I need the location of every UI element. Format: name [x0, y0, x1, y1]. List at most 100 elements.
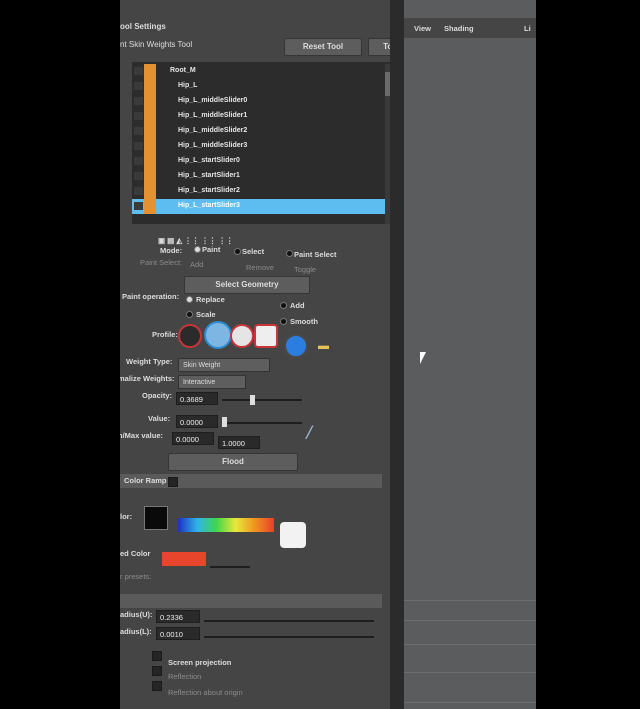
flood-button[interactable]: Flood — [168, 453, 298, 471]
joint-label: Hip_L_middleSlider0 — [178, 97, 248, 104]
value-field[interactable]: 0.0000 — [176, 415, 218, 428]
screen-projection-checkbox[interactable] — [152, 651, 162, 661]
ramp-end-swatch[interactable] — [280, 522, 306, 548]
list-item[interactable]: Hip_L_middleSlider0 — [132, 94, 394, 109]
opacity-field[interactable]: 0.3689 — [176, 392, 218, 405]
mode-select-label: Select — [242, 247, 265, 256]
joint-label: Hip_L — [178, 82, 198, 89]
replace-radio[interactable] — [186, 296, 193, 303]
grid-line — [404, 702, 536, 703]
panel-divider[interactable] — [390, 0, 404, 709]
normalize-dropdown[interactable]: Interactive — [178, 375, 246, 389]
reset-tool-button[interactable]: Reset Tool — [284, 38, 362, 56]
joint-label: Hip_L_startSlider3 — [178, 202, 240, 209]
joint-label: Hip_L_middleSlider2 — [178, 127, 248, 134]
min-value-field[interactable]: 0.0000 — [172, 432, 214, 445]
ramp-color-swatch[interactable] — [144, 506, 168, 530]
ed-color-slider[interactable] — [210, 566, 250, 568]
reflection-origin-label: Reflection about origin — [168, 688, 243, 697]
radius-l-label: adius(L): — [120, 627, 152, 636]
joint-label: Hip_L_middleSlider3 — [178, 142, 248, 149]
list-item[interactable]: Hip_L_middleSlider1 — [132, 109, 394, 124]
influence-list[interactable]: Root_M Hip_L Hip_L_middleSlider0 Hip_L_m… — [132, 62, 394, 224]
solid-brush-icon[interactable] — [230, 324, 254, 348]
paint-select-remove[interactable]: Remove — [246, 263, 274, 272]
list-item-selected[interactable]: Hip_L_startSlider3 — [132, 199, 394, 214]
mode-paint-radio[interactable] — [194, 246, 201, 253]
paint-select-toggle[interactable]: Toggle — [294, 265, 316, 274]
radius-u-label: adius(U): — [120, 610, 153, 619]
image-brush-icon[interactable] — [284, 334, 308, 358]
gaussian-brush-icon[interactable] — [178, 324, 202, 348]
mode-select-radio[interactable] — [234, 248, 241, 255]
select-geometry-button[interactable]: Select Geometry — [184, 276, 310, 294]
max-value-field[interactable]: 1.0000 — [218, 436, 260, 449]
list-tools-icons[interactable]: ▣ ▤ ◭ ⋮⋮ ⋮⋮ ⋮⋮ — [158, 236, 233, 245]
min-max-label: n/Max value: — [120, 431, 164, 440]
screen-projection-label: Screen projection — [168, 658, 232, 667]
mouse-cursor-icon — [420, 352, 426, 364]
profile-label: Profile: — [152, 330, 178, 339]
color-swatch — [144, 124, 156, 139]
eyedropper-icon[interactable]: ╱ — [306, 426, 313, 439]
paint-select-label: Paint Select: — [140, 258, 183, 267]
list-item[interactable]: Hip_L_middleSlider2 — [132, 124, 394, 139]
reflection-origin-checkbox[interactable] — [152, 681, 162, 691]
weight-type-dropdown[interactable]: Skin Weight — [178, 358, 270, 372]
brush-section[interactable] — [120, 594, 382, 608]
list-item[interactable]: Hip_L_middleSlider3 — [132, 139, 394, 154]
smooth-radio[interactable] — [280, 318, 287, 325]
visibility-icon[interactable] — [134, 82, 143, 90]
joint-label: Hip_L_startSlider0 — [178, 157, 240, 164]
value-slider-track[interactable] — [222, 422, 302, 424]
color-ramp-bar[interactable] — [178, 518, 274, 532]
visibility-icon[interactable] — [134, 172, 143, 180]
list-item[interactable]: Hip_L_startSlider0 — [132, 154, 394, 169]
square-brush-icon[interactable] — [254, 324, 278, 348]
view-menu[interactable]: View — [414, 24, 431, 33]
list-item[interactable]: Hip_L — [132, 79, 394, 94]
ed-color-swatch[interactable] — [162, 552, 206, 566]
add-radio[interactable] — [280, 302, 287, 309]
add-label: Add — [290, 301, 305, 310]
menu-cut[interactable]: Li — [524, 24, 531, 33]
paint-select-add[interactable]: Add — [190, 260, 203, 269]
reflection-checkbox[interactable] — [152, 666, 162, 676]
visibility-icon[interactable] — [134, 157, 143, 165]
paint-operation-label: Paint operation: — [122, 292, 180, 301]
folder-icon[interactable]: ▬ — [318, 340, 329, 352]
visibility-icon[interactable] — [134, 142, 143, 150]
reflection-label: Reflection — [168, 672, 202, 681]
visibility-icon[interactable] — [134, 127, 143, 135]
shading-menu[interactable]: Shading — [444, 24, 474, 33]
radius-u-field[interactable]: 0.2336 — [156, 610, 200, 623]
color-swatch — [144, 184, 156, 199]
color-ramp-checkbox[interactable] — [168, 477, 178, 487]
opacity-slider-handle[interactable] — [249, 395, 255, 405]
opacity-slider-track[interactable] — [222, 399, 302, 401]
color-label: lor: — [120, 512, 133, 521]
color-swatch — [144, 139, 156, 154]
normalize-label: malize Weights: — [120, 374, 175, 383]
smooth-label: Smooth — [290, 317, 318, 326]
color-ramp-section[interactable]: Color Ramp — [120, 474, 382, 488]
radius-l-slider[interactable] — [204, 636, 374, 638]
list-item[interactable]: Hip_L_startSlider1 — [132, 169, 394, 184]
visibility-icon[interactable] — [134, 202, 143, 210]
visibility-icon[interactable] — [134, 67, 143, 75]
mode-paint-select-radio[interactable] — [286, 250, 293, 257]
radius-u-slider[interactable] — [204, 620, 374, 622]
scale-radio[interactable] — [186, 311, 193, 318]
scale-label: Scale — [196, 310, 216, 319]
joint-label: Hip_L_middleSlider1 — [178, 112, 248, 119]
value-slider-handle[interactable] — [222, 417, 227, 427]
visibility-icon[interactable] — [134, 97, 143, 105]
list-item[interactable]: Root_M — [132, 64, 394, 79]
grid-line — [404, 672, 536, 673]
soft-brush-icon[interactable] — [204, 321, 232, 349]
visibility-icon[interactable] — [134, 187, 143, 195]
visibility-icon[interactable] — [134, 112, 143, 120]
radius-l-field[interactable]: 0.0010 — [156, 627, 200, 640]
viewport-menu-bar: View Shading Li — [404, 18, 536, 38]
list-item[interactable]: Hip_L_startSlider2 — [132, 184, 394, 199]
